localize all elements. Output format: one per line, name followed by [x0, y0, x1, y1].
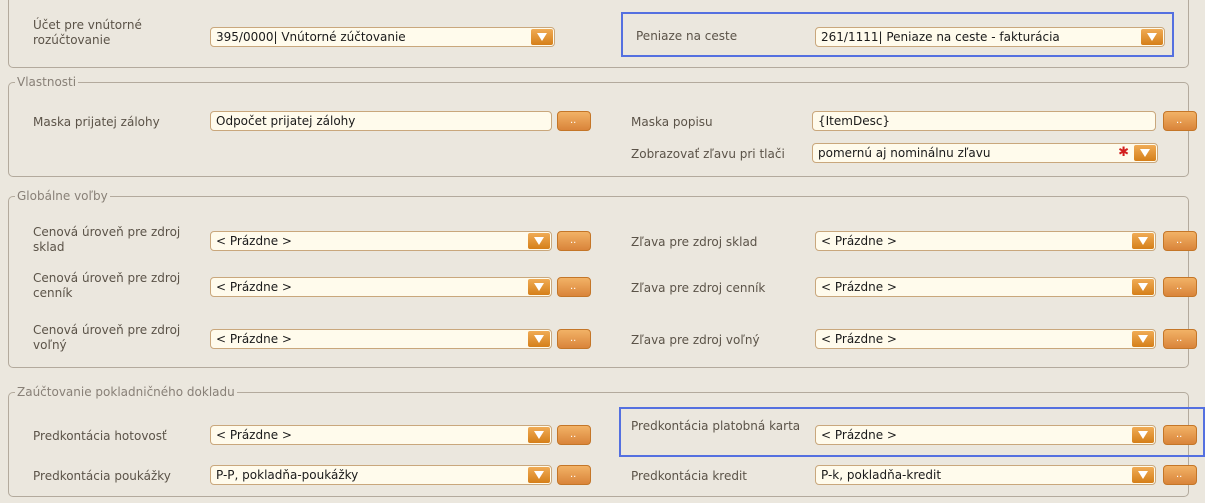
- kredit-label: Predkontácia kredit: [631, 469, 747, 483]
- vlastnosti-legend: Vlastnosti: [15, 75, 79, 89]
- cena-sklad-label: Cenová úroveň pre zdroj sklad: [33, 225, 181, 254]
- chevron-down-icon[interactable]: [1132, 331, 1154, 347]
- maska-zalohy-input[interactable]: Odpočet prijatej zálohy: [210, 111, 552, 131]
- kredit-browse-button[interactable]: [1163, 465, 1197, 485]
- cena-cennik-label: Cenová úroveň pre zdroj cenník: [33, 271, 181, 300]
- zlava-cennik-select[interactable]: < Prázdne >: [815, 277, 1156, 297]
- zlava-sklad-label: Zľava pre zdroj sklad: [631, 235, 758, 249]
- karta-browse-button[interactable]: [1163, 425, 1197, 445]
- poukazky-value: P-P, pokladňa-poukážky: [216, 468, 359, 482]
- zlava-volny-value: < Prázdne >: [821, 332, 897, 346]
- maska-popisu-browse-button[interactable]: [1163, 111, 1197, 131]
- kredit-value: P-k, pokladňa-kredit: [821, 468, 942, 482]
- cena-cennik-select[interactable]: < Prázdne >: [210, 277, 552, 297]
- zlava-cennik-browse-button[interactable]: [1163, 277, 1197, 297]
- zlava-tlac-value: pomernú aj nominálnu zľavu: [818, 146, 991, 160]
- chevron-down-icon[interactable]: [1132, 233, 1154, 249]
- zlava-volny-select[interactable]: < Prázdne >: [815, 329, 1156, 349]
- ucet-select[interactable]: 395/0000| Vnútorné zúčtovanie: [210, 27, 555, 47]
- zlava-sklad-value: < Prázdne >: [821, 234, 897, 248]
- zlava-sklad-select[interactable]: < Prázdne >: [815, 231, 1156, 251]
- hotovost-browse-button[interactable]: [557, 425, 591, 445]
- cena-volny-label: Cenová úroveň pre zdroj voľný: [33, 323, 181, 352]
- cena-volny-value: < Prázdne >: [216, 332, 292, 346]
- peniaze-value: 261/1111| Peniaze na ceste - fakturácia: [821, 30, 1060, 44]
- kredit-select[interactable]: P-k, pokladňa-kredit: [815, 465, 1156, 485]
- maska-zalohy-browse-button[interactable]: [557, 111, 591, 131]
- cena-sklad-select[interactable]: < Prázdne >: [210, 231, 552, 251]
- maska-popisu-label: Maska popisu: [631, 115, 713, 129]
- karta-select[interactable]: < Prázdne >: [815, 425, 1156, 445]
- peniaze-label: Peniaze na ceste: [636, 29, 738, 43]
- zlava-cennik-value: < Prázdne >: [821, 280, 897, 294]
- cena-volny-select[interactable]: < Prázdne >: [210, 329, 552, 349]
- ucet-value: 395/0000| Vnútorné zúčtovanie: [216, 30, 406, 44]
- karta-label: Predkontácia platobná karta: [631, 419, 801, 433]
- cena-sklad-browse-button[interactable]: [557, 231, 591, 251]
- hotovost-value: < Prázdne >: [216, 428, 292, 442]
- poukazky-label: Predkontácia poukážky: [33, 469, 171, 483]
- cena-volny-browse-button[interactable]: [557, 329, 591, 349]
- zlava-cennik-label: Zľava pre zdroj cenník: [631, 281, 766, 295]
- maska-zalohy-value: Odpočet prijatej zálohy: [216, 114, 356, 128]
- poukazky-browse-button[interactable]: [557, 465, 591, 485]
- chevron-down-icon[interactable]: [1141, 29, 1163, 45]
- zlava-tlac-label: Zobrazovať zľavu pri tlači: [631, 147, 785, 161]
- maska-popisu-input[interactable]: {ItemDesc}: [812, 111, 1156, 131]
- zlava-sklad-browse-button[interactable]: [1163, 231, 1197, 251]
- chevron-down-icon[interactable]: [1132, 467, 1154, 483]
- chevron-down-icon[interactable]: [528, 331, 550, 347]
- asterisk-icon: ✱: [1118, 145, 1129, 160]
- hotovost-label: Predkontácia hotovosť: [33, 429, 167, 443]
- hotovost-select[interactable]: < Prázdne >: [210, 425, 552, 445]
- cena-cennik-browse-button[interactable]: [557, 277, 591, 297]
- cena-cennik-value: < Prázdne >: [216, 280, 292, 294]
- globalne-legend: Globálne voľby: [15, 189, 110, 203]
- zauctovanie-legend: Zaúčtovanie pokladničného dokladu: [15, 385, 237, 399]
- karta-value: < Prázdne >: [821, 428, 897, 442]
- zlava-tlac-select[interactable]: pomernú aj nominálnu zľavu ✱: [812, 143, 1158, 163]
- poukazky-select[interactable]: P-P, pokladňa-poukážky: [210, 465, 552, 485]
- chevron-down-icon[interactable]: [1132, 427, 1154, 443]
- chevron-down-icon[interactable]: [528, 467, 550, 483]
- chevron-down-icon[interactable]: [528, 427, 550, 443]
- chevron-down-icon[interactable]: [528, 279, 550, 295]
- zlava-volny-browse-button[interactable]: [1163, 329, 1197, 349]
- zlava-volny-label: Zľava pre zdroj voľný: [631, 333, 760, 347]
- chevron-down-icon[interactable]: [528, 233, 550, 249]
- maska-zalohy-label: Maska prijatej zálohy: [33, 115, 160, 129]
- cena-sklad-value: < Prázdne >: [216, 234, 292, 248]
- peniaze-select[interactable]: 261/1111| Peniaze na ceste - fakturácia: [815, 27, 1165, 47]
- chevron-down-icon[interactable]: [531, 29, 553, 45]
- maska-popisu-value: {ItemDesc}: [818, 114, 891, 128]
- ucet-label: Účet pre vnútorné rozúčtovanie: [33, 18, 142, 47]
- chevron-down-icon[interactable]: [1132, 279, 1154, 295]
- chevron-down-icon[interactable]: [1134, 145, 1156, 161]
